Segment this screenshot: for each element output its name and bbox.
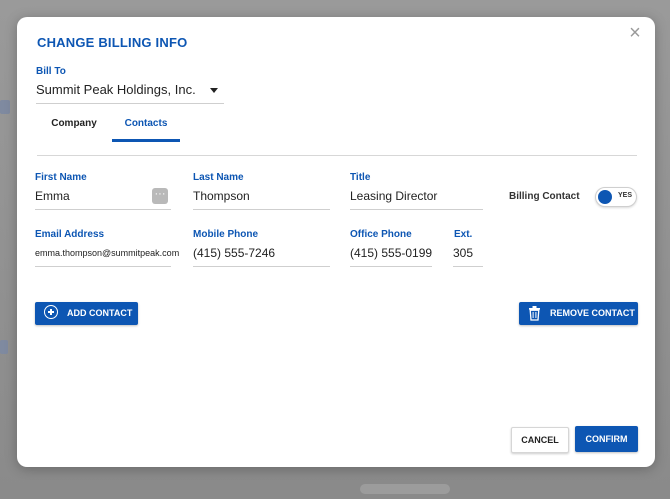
tab-contacts[interactable]: Contacts <box>112 109 180 142</box>
ext-field[interactable]: 305 <box>453 240 483 267</box>
last-name-value: Thompson <box>193 189 250 203</box>
tab-bar: Company Contacts <box>37 109 637 156</box>
mobile-phone-label: Mobile Phone <box>193 229 258 240</box>
toggle-knob <box>598 190 612 204</box>
first-name-label: First Name <box>35 172 87 183</box>
billing-contact-toggle[interactable]: YES <box>595 187 637 207</box>
email-value: emma.thompson@summitpeak.com <box>35 248 180 258</box>
background-element <box>360 484 450 494</box>
background-element <box>0 100 10 114</box>
background-element <box>0 340 8 354</box>
toggle-text: YES <box>618 192 633 199</box>
remove-contact-button[interactable]: REMOVE CONTACT <box>519 302 638 325</box>
mobile-phone-field[interactable]: (415) 555-7246 <box>193 240 330 267</box>
email-label: Email Address <box>35 229 105 240</box>
add-contact-label: ADD CONTACT <box>67 308 133 318</box>
more-options-button[interactable]: ··· <box>152 188 168 204</box>
bill-to-value: Summit Peak Holdings, Inc. <box>36 82 196 97</box>
mobile-phone-value: (415) 555-7246 <box>193 246 276 260</box>
tab-company[interactable]: Company <box>37 109 111 139</box>
confirm-button[interactable]: CONFIRM <box>575 426 638 452</box>
plus-circle-icon <box>44 305 58 319</box>
dialog-title: CHANGE BILLING INFO <box>37 35 188 50</box>
ext-label: Ext. <box>454 229 473 240</box>
email-field[interactable]: emma.thompson@summitpeak.com <box>35 240 179 267</box>
first-name-value: Emma <box>35 189 70 203</box>
trash-icon <box>529 306 540 321</box>
remove-contact-label: REMOVE CONTACT <box>550 308 635 318</box>
last-name-field[interactable]: Thompson <box>193 183 330 210</box>
close-icon[interactable]: × <box>625 23 645 43</box>
add-contact-button[interactable]: ADD CONTACT <box>35 302 138 325</box>
title-value: Leasing Director <box>350 189 438 203</box>
first-name-field[interactable]: Emma <box>35 183 171 210</box>
title-label: Title <box>350 172 371 183</box>
office-phone-label: Office Phone <box>350 229 412 240</box>
last-name-label: Last Name <box>193 172 244 183</box>
billing-dialog: × CHANGE BILLING INFO Bill To Summit Pea… <box>17 17 655 467</box>
cancel-button[interactable]: CANCEL <box>511 427 569 453</box>
bill-to-select[interactable]: Summit Peak Holdings, Inc. <box>36 79 224 104</box>
title-field[interactable]: Leasing Director <box>350 183 483 210</box>
chevron-down-icon <box>210 88 218 93</box>
office-phone-field[interactable]: (415) 555-0199 <box>350 240 432 267</box>
billing-contact-label: Billing Contact <box>509 191 580 202</box>
office-phone-value: (415) 555-0199 <box>350 246 433 260</box>
ext-value: 305 <box>453 246 474 260</box>
bill-to-label: Bill To <box>36 66 66 77</box>
